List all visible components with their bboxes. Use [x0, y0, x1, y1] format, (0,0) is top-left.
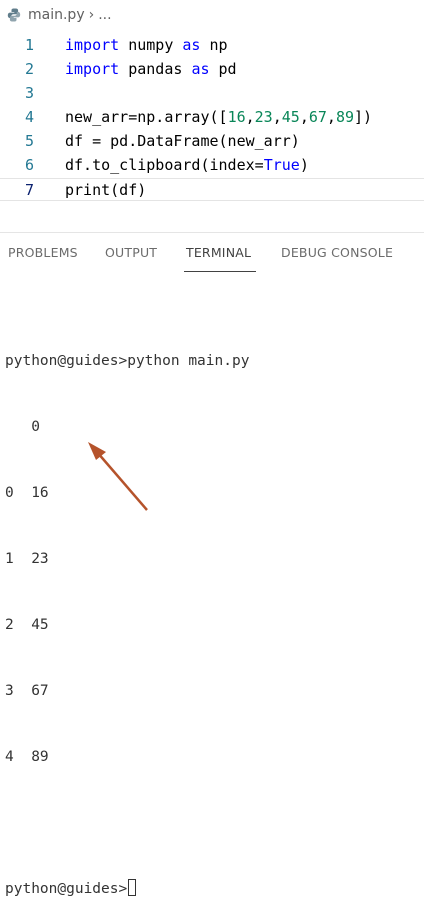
line-number: 1: [24, 36, 34, 54]
terminal-line: 4 89: [5, 749, 49, 765]
terminal-line: 0: [5, 419, 40, 435]
tab-terminal[interactable]: TERMINAL: [186, 245, 251, 260]
tab-debug-console[interactable]: DEBUG CONSOLE: [281, 245, 393, 260]
code-line[interactable]: 6 df.to_clipboard(index=True): [0, 154, 424, 177]
breadcrumb: main.py › ...: [0, 0, 424, 30]
panel-tabs: PROBLEMS OUTPUT TERMINAL DEBUG CONSOLE: [0, 233, 424, 273]
code-text: new_arr=np.array([16,23,45,67,89]): [65, 108, 373, 126]
terminal-line: 0 16: [5, 485, 49, 501]
breadcrumb-more[interactable]: ...: [98, 7, 111, 23]
terminal-prompt: python@guides>: [5, 881, 128, 897]
python-file-icon: [7, 8, 21, 22]
code-text: import numpy as np: [65, 36, 228, 54]
code-line[interactable]: 2 import pandas as pd: [0, 58, 424, 81]
line-number: 4: [24, 108, 34, 126]
line-number: 6: [24, 156, 34, 174]
code-line[interactable]: 4 new_arr=np.array([16,23,45,67,89]): [0, 106, 424, 129]
code-text: print(df): [65, 181, 147, 199]
code-line-current[interactable]: 7 print(df): [0, 178, 424, 201]
terminal-command: python@guides>python main.py: [5, 353, 250, 369]
code-text: df.to_clipboard(index=True): [65, 156, 309, 174]
code-line[interactable]: 1 import numpy as np: [0, 34, 424, 57]
tab-problems[interactable]: PROBLEMS: [8, 245, 78, 260]
line-number: 3: [24, 84, 34, 102]
active-tab-indicator: [184, 271, 256, 272]
terminal-output[interactable]: python@guides>python main.py 0 0 16 1 23…: [5, 306, 249, 922]
code-text: import pandas as pd: [65, 60, 237, 78]
terminal-prompt-line[interactable]: python@guides>: [5, 878, 249, 900]
terminal-line: 1 23: [5, 551, 49, 567]
breadcrumb-file[interactable]: main.py: [28, 7, 85, 23]
terminal-cursor: [128, 879, 137, 896]
line-number: 2: [24, 60, 34, 78]
chevron-right-icon: ›: [88, 7, 95, 23]
code-line[interactable]: 3: [0, 82, 424, 105]
terminal-line: 2 45: [5, 617, 49, 633]
code-text: df = pd.DataFrame(new_arr): [65, 132, 300, 150]
line-number: 5: [24, 132, 34, 150]
code-line[interactable]: 5 df = pd.DataFrame(new_arr): [0, 130, 424, 153]
line-number: 7: [24, 181, 34, 199]
terminal-line: 3 67: [5, 683, 49, 699]
tab-output[interactable]: OUTPUT: [105, 245, 157, 260]
